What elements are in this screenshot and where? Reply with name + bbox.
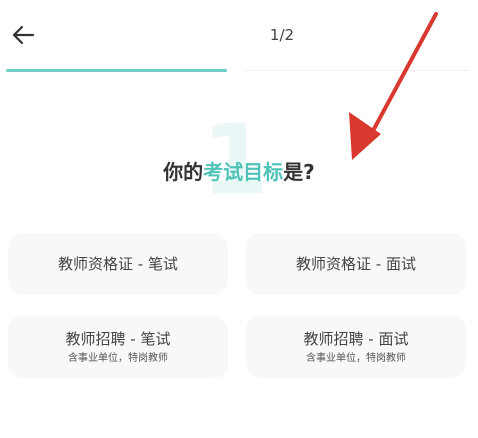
option-subtitle: 含事业单位，特岗教师 xyxy=(306,352,406,364)
option-teacher-cert-written[interactable]: 教师资格证 - 笔试 xyxy=(8,233,228,295)
page-indicator: 1/2 xyxy=(269,26,295,44)
question-prefix: 你的 xyxy=(163,160,204,184)
option-title: 教师招聘 - 笔试 xyxy=(65,329,171,348)
question-highlight: 考试目标 xyxy=(203,160,284,184)
option-title: 教师招聘 - 面试 xyxy=(303,329,409,348)
option-teacher-recruit-interview[interactable]: 教师招聘 - 面试 含事业单位，特岗教师 xyxy=(246,316,466,378)
arrow-left-icon xyxy=(12,25,35,45)
option-teacher-recruit-written[interactable]: 教师招聘 - 笔试 含事业单位，特岗教师 xyxy=(8,316,228,378)
progress-remaining xyxy=(245,70,468,71)
option-subtitle: 含事业单位，特岗教师 xyxy=(68,352,168,364)
option-teacher-cert-interview[interactable]: 教师资格证 - 面试 xyxy=(246,233,466,295)
question-title: 你的考试目标是? xyxy=(0,158,478,186)
question-section: 1 你的考试目标是? xyxy=(0,110,478,220)
option-title: 教师资格证 - 笔试 xyxy=(58,255,178,273)
progress-bar xyxy=(6,69,468,72)
progress-fill xyxy=(6,69,227,72)
question-suffix: 是? xyxy=(283,160,315,184)
option-title: 教师资格证 - 面试 xyxy=(296,255,416,273)
back-button[interactable] xyxy=(6,20,40,50)
top-bar: 1/2 xyxy=(0,0,478,72)
